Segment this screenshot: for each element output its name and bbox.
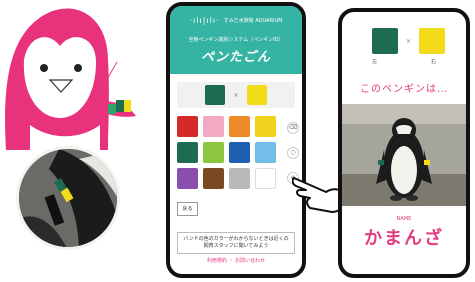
palette-swatch-10[interactable] <box>203 168 224 189</box>
palette-swatch-1[interactable] <box>177 116 198 137</box>
app-header: ·ılı|ılı· すみだ水族館 AQUARIUM 全館ペンギン識別システム（ペ… <box>170 6 302 74</box>
help-note: バンドの色のカラーがわからないときは近くの飼育スタッフに聞いてみよう <box>177 232 295 254</box>
footer-links[interactable]: 利用規約 ・ お問い合わせ <box>170 257 302 264</box>
penguin-wing-photo <box>16 146 120 250</box>
side-labels: 左 右 <box>372 58 436 65</box>
brand-wave-icon: ·ılı|ılı· <box>189 16 220 25</box>
selected-colors: × <box>177 82 295 108</box>
palette-swatch-6[interactable] <box>203 142 224 163</box>
penguin-mascot-icon <box>5 8 136 150</box>
result-left-swatch <box>372 28 398 54</box>
palette-swatch-7[interactable] <box>229 142 250 163</box>
right-label: 右 <box>430 59 436 65</box>
palette-swatch-9[interactable] <box>177 168 198 189</box>
penguin-mascot <box>0 0 150 282</box>
palette-swatch-5[interactable] <box>177 142 198 163</box>
times-sign: × <box>233 91 239 99</box>
color-palette <box>177 116 281 189</box>
times-sign: × <box>406 37 412 45</box>
palette-swatch-11[interactable] <box>229 168 250 189</box>
palette-swatch-4[interactable] <box>255 116 276 137</box>
app-subtitle: 全館ペンギン識別システム（ペンギンID） <box>188 37 284 43</box>
delete-button[interactable]: ⌫ <box>287 122 299 134</box>
left-label: 左 <box>372 59 378 65</box>
palette-swatch-8[interactable] <box>255 142 276 163</box>
name-caption: NAME <box>396 216 412 222</box>
clear-button[interactable]: ○ <box>287 147 299 159</box>
composite-illustration: ·ılı|ılı· すみだ水族館 AQUARIUM 全館ペンギン識別システム（ペ… <box>0 0 475 282</box>
selected-right-swatch[interactable] <box>246 85 267 105</box>
penguin-photo <box>342 104 466 206</box>
result-colors: × <box>372 28 446 54</box>
result-title: このペンギンは… <box>360 84 448 95</box>
brand-name: すみだ水族館 AQUARIUM <box>223 18 283 24</box>
selected-left-swatch[interactable] <box>205 85 226 105</box>
app-logo: ペンたごん <box>200 50 271 65</box>
palette-swatch-2[interactable] <box>203 116 224 137</box>
penguin-name: かまんざ <box>364 228 444 249</box>
phone-color-picker: ·ılı|ılı· すみだ水族館 AQUARIUM 全館ペンギン識別システム（ペ… <box>166 2 306 278</box>
result-right-swatch <box>419 28 446 54</box>
aquarium-brand: ·ılı|ılı· すみだ水族館 AQUARIUM <box>170 16 302 25</box>
phone-result: × 左 右 このペンギンは… NAME かまんざ <box>338 8 470 278</box>
palette-swatch-12[interactable] <box>255 168 276 189</box>
back-button[interactable]: 戻る <box>177 202 198 216</box>
palette-swatch-3[interactable] <box>229 116 250 137</box>
